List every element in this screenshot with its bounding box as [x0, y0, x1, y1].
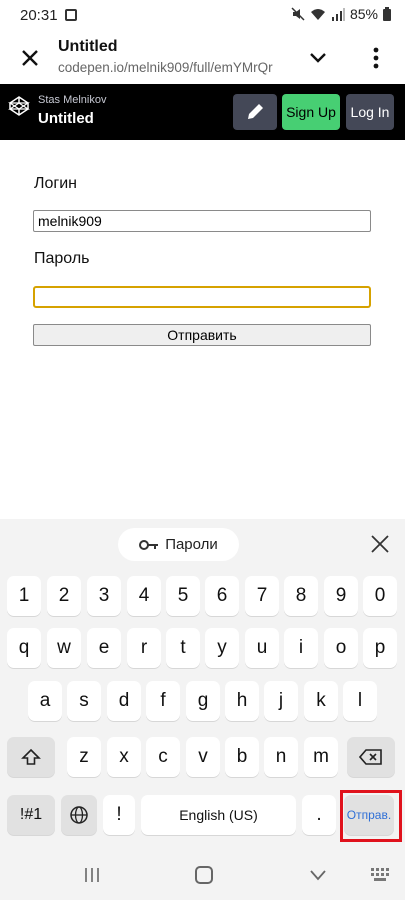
key-x[interactable]: x [107, 737, 141, 777]
soft-keyboard: Пароли 1 2 3 4 5 6 7 8 9 0 q w e r t y u… [0, 519, 405, 850]
space-key[interactable]: English (US) [141, 795, 296, 835]
key-r[interactable]: r [127, 628, 161, 668]
login-button[interactable]: Log In [346, 94, 394, 130]
pen-title: Untitled [38, 110, 94, 127]
period-key[interactable]: . [302, 795, 336, 835]
more-options-button[interactable] [364, 42, 388, 74]
backspace-key[interactable] [347, 737, 395, 777]
key-j[interactable]: j [264, 681, 298, 721]
status-bar: 20:31 85% [0, 0, 405, 32]
key-z[interactable]: z [67, 737, 101, 777]
key-y[interactable]: y [205, 628, 239, 668]
key-9[interactable]: 9 [324, 576, 358, 616]
keyboard-suggestion-bar: Пароли [0, 519, 405, 569]
system-nav-bar [0, 850, 405, 900]
submit-button[interactable]: Отправить [33, 324, 371, 346]
exclaim-key[interactable]: ! [103, 795, 135, 835]
pencil-icon [248, 104, 263, 119]
password-input[interactable] [33, 286, 371, 308]
key-e[interactable]: e [87, 628, 121, 668]
key-0[interactable]: 0 [363, 576, 397, 616]
key-m[interactable]: m [304, 737, 338, 777]
shift-key[interactable] [7, 737, 55, 777]
key-q[interactable]: q [7, 628, 41, 668]
key-l[interactable]: l [343, 681, 377, 721]
passwords-chip-label: Пароли [165, 536, 218, 553]
key-4[interactable]: 4 [127, 576, 161, 616]
page-url[interactable]: codepen.io/melnik909/full/emYMrQr [58, 60, 273, 75]
shift-icon [21, 748, 41, 765]
key-v[interactable]: v [186, 737, 220, 777]
status-time: 20:31 [20, 7, 58, 24]
key-p[interactable]: p [363, 628, 397, 668]
login-input[interactable]: melnik909 [33, 210, 371, 232]
page-title: Untitled [58, 38, 118, 55]
key-u[interactable]: u [245, 628, 279, 668]
codepen-logo-icon[interactable] [8, 95, 30, 117]
backspace-icon [359, 749, 382, 765]
key-w[interactable]: w [47, 628, 81, 668]
key-t[interactable]: t [166, 628, 200, 668]
key-8[interactable]: 8 [284, 576, 318, 616]
keyboard-switch-icon[interactable] [370, 867, 392, 883]
chevron-down-icon[interactable] [309, 868, 327, 882]
home-icon[interactable] [195, 866, 213, 884]
browser-bar: Untitled codepen.io/melnik909/full/emYMr… [0, 32, 405, 84]
key-icon [139, 539, 159, 550]
close-tab-button[interactable] [14, 42, 46, 74]
close-icon [371, 535, 389, 553]
key-s[interactable]: s [67, 681, 101, 721]
password-label: Пароль [34, 250, 90, 267]
signup-button[interactable]: Sign Up [282, 94, 340, 130]
key-c[interactable]: c [146, 737, 180, 777]
status-indicators: 85% [291, 6, 391, 22]
key-3[interactable]: 3 [87, 576, 121, 616]
gallery-notification-icon [65, 9, 77, 21]
symbols-key[interactable]: !#1 [7, 795, 55, 835]
recent-apps-icon[interactable] [83, 867, 101, 883]
key-b[interactable]: b [225, 737, 259, 777]
globe-icon [70, 806, 88, 824]
expand-button[interactable] [303, 44, 333, 72]
key-n[interactable]: n [264, 737, 298, 777]
keyboard-close-button[interactable] [368, 532, 392, 556]
close-icon [22, 50, 38, 66]
key-7[interactable]: 7 [245, 576, 279, 616]
key-a[interactable]: a [28, 681, 62, 721]
key-f[interactable]: f [146, 681, 180, 721]
mute-icon [291, 7, 305, 21]
key-6[interactable]: 6 [205, 576, 239, 616]
chevron-down-icon [310, 53, 326, 63]
battery-icon [383, 7, 391, 21]
key-d[interactable]: d [107, 681, 141, 721]
key-1[interactable]: 1 [7, 576, 41, 616]
key-o[interactable]: o [324, 628, 358, 668]
edit-pen-button[interactable] [233, 94, 277, 130]
codepen-header: Stas Melnikov Untitled Sign Up Log In [0, 84, 405, 140]
more-vertical-icon [373, 47, 379, 69]
login-label: Логин [34, 175, 78, 192]
signal-icon [331, 7, 345, 21]
wifi-icon [310, 8, 325, 20]
key-2[interactable]: 2 [47, 576, 81, 616]
key-k[interactable]: k [304, 681, 338, 721]
key-i[interactable]: i [284, 628, 318, 668]
language-key[interactable] [61, 795, 97, 835]
key-h[interactable]: h [225, 681, 259, 721]
key-g[interactable]: g [186, 681, 220, 721]
send-key-highlight [340, 790, 402, 842]
passwords-chip[interactable]: Пароли [118, 528, 239, 561]
battery-percent: 85% [349, 6, 378, 22]
pen-author[interactable]: Stas Melnikov [38, 94, 106, 106]
key-5[interactable]: 5 [166, 576, 200, 616]
